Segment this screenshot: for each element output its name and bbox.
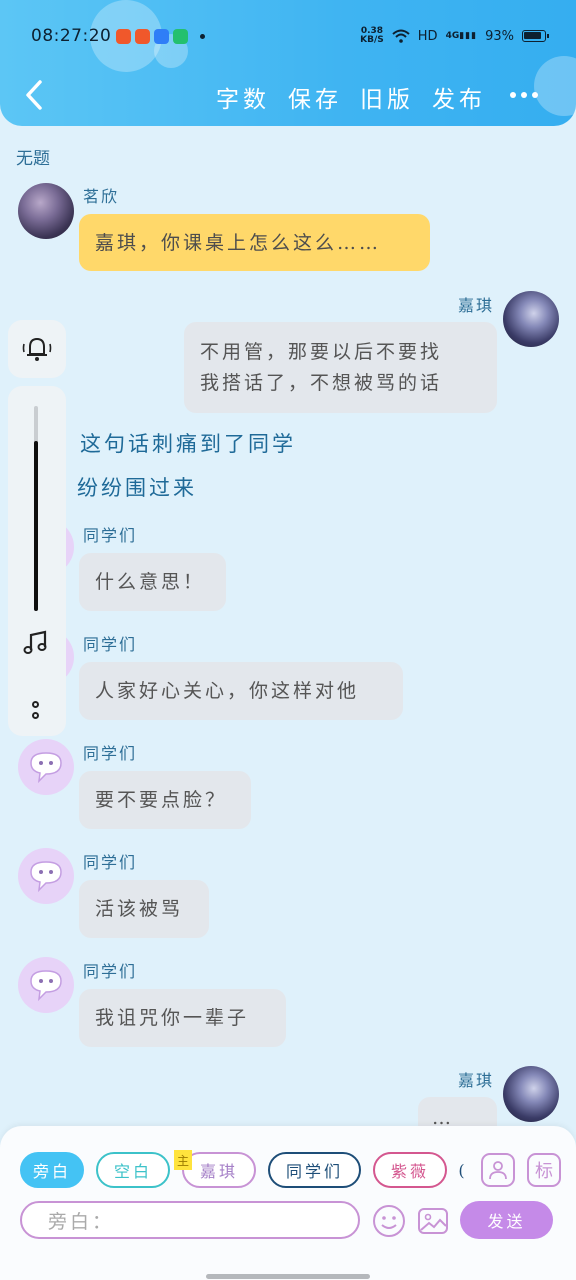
avatar[interactable] <box>503 291 559 347</box>
role-chip-narration[interactable]: 旁白 <box>20 1152 84 1188</box>
message-bubble[interactable]: 要不要点脸？ <box>79 771 251 829</box>
message-bubble[interactable]: 不用管，那要以后不要找 我搭话了，不想被骂的话 <box>184 322 497 413</box>
decor-bubble <box>534 56 576 116</box>
old-version-button[interactable]: 旧版 <box>360 80 414 114</box>
sender-name: 同学们 <box>83 962 138 981</box>
role-chip-more[interactable]: ( <box>456 1152 470 1188</box>
chat-ghost-icon <box>30 861 62 893</box>
sender-name: 同学们 <box>83 744 138 763</box>
emoji-icon[interactable] <box>372 1204 406 1238</box>
avatar[interactable] <box>18 739 74 795</box>
role-chip-jiaqi[interactable]: 嘉琪 <box>182 1152 256 1188</box>
avatar[interactable] <box>503 1066 559 1122</box>
narration-text[interactable]: 纷纷围过来 <box>77 472 197 502</box>
role-chip-classmates[interactable]: 同学们 <box>268 1152 361 1188</box>
more-options-button[interactable] <box>510 92 538 98</box>
chat-ghost-icon <box>30 752 62 784</box>
message-bubble[interactable]: 人家好心关心，你这样对他 <box>79 662 403 720</box>
avatar[interactable] <box>18 848 74 904</box>
message-bubble[interactable]: 我诅咒你一辈子 <box>79 989 286 1047</box>
sender-name: 同学们 <box>83 853 138 872</box>
battery-percent: 93% <box>485 28 514 44</box>
home-indicator[interactable] <box>206 1274 370 1279</box>
save-button[interactable]: 保存 <box>288 80 342 114</box>
volume-slider[interactable] <box>34 406 38 611</box>
header-actions: 字数 保存 旧版 发布 <box>216 80 486 114</box>
sender-name: 茗欣 <box>83 187 120 206</box>
avatar[interactable] <box>18 183 74 239</box>
chat-ghost-icon <box>30 970 62 1002</box>
image-icon[interactable] <box>416 1204 450 1238</box>
wifi-icon <box>392 29 410 43</box>
back-button[interactable] <box>20 78 48 112</box>
status-indicators: 0.38 KB/S HD 4G▮▮▮ 93% <box>360 26 549 45</box>
add-character-button[interactable] <box>481 1153 515 1187</box>
message-input[interactable]: 旁白： <box>20 1201 360 1239</box>
app-notification-icon <box>154 29 169 44</box>
signal-icon: 4G▮▮▮ <box>445 31 478 41</box>
narration-text[interactable]: 这句话刺痛到了同学 <box>80 428 296 458</box>
music-note-icon[interactable] <box>22 630 52 656</box>
notification-icons <box>116 29 205 44</box>
sender-name: 嘉琪 <box>458 1071 495 1090</box>
hd-indicator: HD <box>417 28 438 44</box>
send-button[interactable]: 发送 <box>460 1201 553 1239</box>
mark-button[interactable]: 标 <box>527 1153 561 1187</box>
avatar[interactable] <box>18 957 74 1013</box>
person-icon <box>489 1161 507 1180</box>
message-bubble[interactable]: 活该被骂 <box>79 880 209 938</box>
network-speed: 0.38 KB/S <box>360 26 384 45</box>
message-bubble[interactable]: 什么意思！ <box>79 553 226 611</box>
sender-name: 同学们 <box>83 526 138 545</box>
more-settings-icon[interactable] <box>32 701 39 719</box>
app-notification-icon <box>135 29 150 44</box>
top-bar: 08:27:20 0.38 KB/S HD 4G▮▮▮ 93% 字数 保存 旧版… <box>0 0 576 126</box>
volume-panel <box>8 386 66 736</box>
role-chip-blank[interactable]: 空白 <box>96 1152 170 1188</box>
message-bubble[interactable]: 嘉琪，你课桌上怎么这么…… <box>79 214 430 271</box>
status-time: 08:27:20 <box>31 26 112 46</box>
page-title: 无题 <box>16 149 50 169</box>
app-notification-icon <box>116 29 131 44</box>
mark-label: 标 <box>535 1161 553 1182</box>
sender-name: 嘉琪 <box>458 296 495 315</box>
bell-icon <box>22 337 52 361</box>
battery-icon <box>522 30 549 42</box>
ring-mode-button[interactable] <box>8 320 66 378</box>
publish-button[interactable]: 发布 <box>432 80 486 114</box>
role-chip-ziwei[interactable]: 紫薇 <box>373 1152 447 1188</box>
word-count-button[interactable]: 字数 <box>216 80 270 114</box>
more-notifications-dot <box>200 34 205 39</box>
app-notification-icon <box>173 29 188 44</box>
sender-name: 同学们 <box>83 635 138 654</box>
host-tag: 主 <box>174 1150 192 1170</box>
volume-level <box>34 441 38 611</box>
